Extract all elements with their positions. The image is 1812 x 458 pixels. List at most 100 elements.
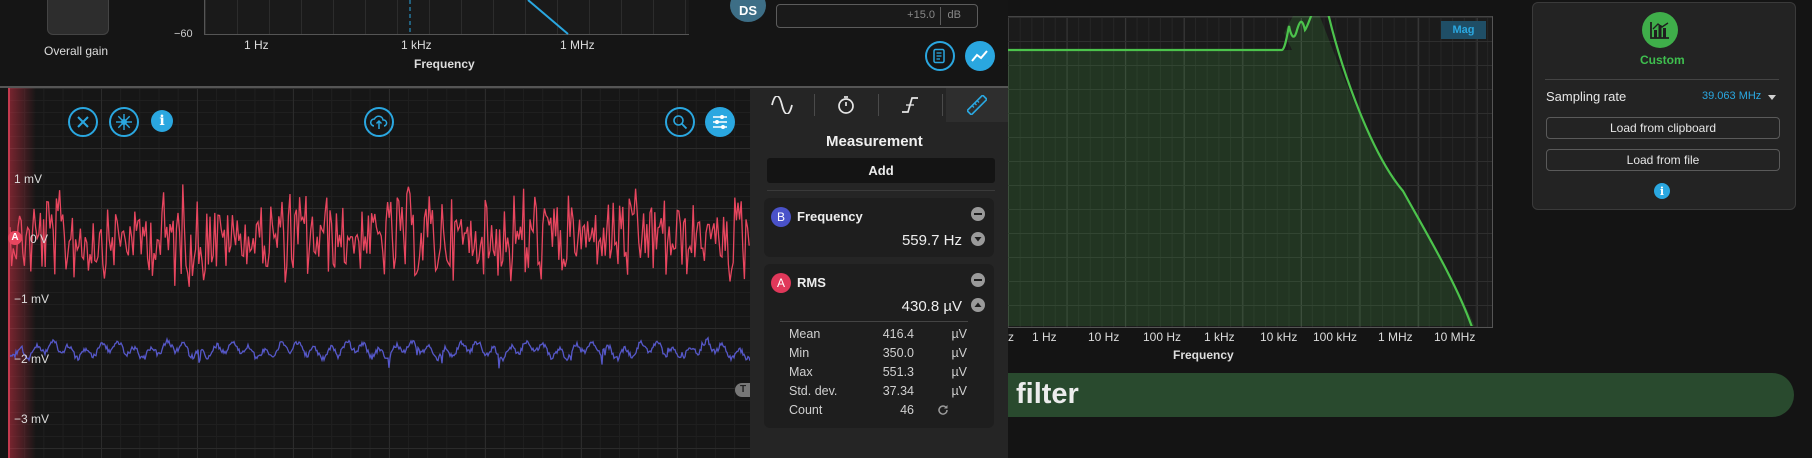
expand-frequency-icon[interactable] (971, 232, 985, 246)
top-x-tick-1khz: 1 kHz (401, 38, 432, 52)
stat-label: Count (789, 403, 823, 417)
mag-badge[interactable]: Mag (1441, 21, 1486, 39)
stat-row-min: Min 350.0 µV (789, 346, 969, 365)
y-tick-neg60: −60 (174, 28, 193, 40)
bode-x-label: Frequency (1173, 348, 1234, 362)
reset-count-icon[interactable] (937, 404, 949, 419)
tab-sine-wave[interactable] (762, 92, 802, 118)
cloud-upload-icon[interactable] (364, 107, 394, 137)
remove-frequency-icon[interactable] (971, 207, 985, 221)
stat-value: 46 (900, 403, 914, 417)
custom-preset-label: Custom (1640, 53, 1685, 67)
trigger-marker[interactable]: T (735, 383, 751, 397)
stat-row-stddev: Std. dev. 37.34 µV (789, 384, 969, 403)
load-from-file-button[interactable]: Load from file (1546, 149, 1780, 171)
bode-x-tick-1mhz: 1 MHz (1378, 330, 1413, 344)
filter-name-banner: filter (1008, 373, 1794, 417)
measurement-title: Measurement (826, 133, 923, 150)
stat-value: 37.34 (882, 384, 914, 398)
tab-divider-2 (878, 94, 879, 116)
info-icon[interactable]: i (151, 110, 173, 132)
ruler-icon (967, 95, 987, 115)
stat-unit: µV (951, 384, 967, 398)
top-x-tick-1mhz: 1 MHz (560, 38, 595, 52)
response-chart-icon[interactable] (965, 41, 995, 71)
side-info-icon[interactable]: i (1654, 183, 1670, 199)
scope-y-tick-neg3mv: −3 mV (14, 412, 50, 426)
stat-value: 551.3 (882, 365, 914, 379)
bode-x-tick-10mhz: 10 MHz (1434, 330, 1476, 344)
channel-a-badge: A (771, 273, 791, 293)
stat-value: 416.4 (882, 327, 914, 341)
bode-x-tick-100hz: 100 Hz (1143, 330, 1182, 344)
channel-a-marker[interactable]: A (8, 231, 22, 245)
scope-traces (9, 184, 750, 369)
bode-magnitude-curve (1008, 16, 1480, 326)
gain-field[interactable]: +15.0 dB (776, 4, 978, 28)
measurement-rms-value: 430.8 µV (901, 298, 962, 315)
filter-rolloff-line (527, 0, 569, 35)
stat-unit: µV (951, 365, 967, 379)
stat-row-mean: Mean 416.4 µV (789, 327, 969, 346)
bode-x-tick-1khz: 1 kHz (1204, 330, 1235, 344)
overall-gain-knob[interactable] (47, 0, 109, 35)
stat-unit: µV (951, 346, 967, 360)
overall-gain-label: Overall gain (44, 44, 109, 58)
tab-edge-trigger[interactable] (890, 92, 930, 118)
bode-curve-fill (1008, 16, 1480, 326)
collapse-rms-icon[interactable] (971, 298, 985, 312)
gain-field-divider (940, 7, 941, 25)
side-separator (1545, 79, 1779, 80)
stat-label: Max (789, 365, 813, 379)
measurement-frequency-name: Frequency (797, 209, 863, 224)
sampling-rate-label: Sampling rate (1546, 89, 1627, 104)
bode-x-tick-10hz: 10 Hz (1088, 330, 1120, 344)
measurement-frequency-value: 559.7 Hz (901, 232, 962, 249)
sampling-rate-value: 39.063 MHz (1702, 90, 1762, 102)
top-filter-curve (409, 0, 569, 35)
bode-x-tick-100khz: 100 kHz (1313, 330, 1358, 344)
stopwatch-icon (838, 96, 854, 114)
sliders-icon[interactable] (705, 107, 735, 137)
scope-y-tick-1mv: 1 mV (14, 172, 43, 186)
stat-value: 350.0 (882, 346, 914, 360)
remove-rms-icon[interactable] (971, 273, 985, 287)
bode-x-tick-10khz: 10 kHz (1260, 330, 1298, 344)
channel-b-trace (9, 336, 750, 369)
custom-preset-icon[interactable] (1642, 12, 1678, 48)
filter-name-text: filter (1016, 378, 1079, 410)
close-icon[interactable] (68, 107, 98, 137)
tab-divider-1 (814, 94, 815, 116)
tab-divider-3 (942, 94, 943, 116)
top-x-label: Frequency (414, 57, 475, 71)
stat-row-count: Count 46 (789, 403, 969, 422)
add-separator (767, 190, 995, 191)
scope-y-tick-neg1mv: −1 mV (14, 292, 50, 306)
stat-row-max: Max 551.3 µV (789, 365, 969, 384)
bode-x-tick-1hz: 1 Hz (1032, 330, 1057, 344)
measurement-rms-name: RMS (797, 275, 826, 290)
channel-a-trace (9, 184, 750, 287)
stat-label: Mean (789, 327, 821, 341)
zoom-icon[interactable] (665, 107, 695, 137)
tab-stopwatch[interactable] (826, 92, 866, 118)
scope-y-tick-0v: 0 V (30, 232, 49, 246)
sampling-rate-select[interactable]: 39.063 MHz (1700, 88, 1780, 106)
notes-icon[interactable] (925, 41, 955, 71)
sine-wave-icon (771, 96, 793, 114)
channel-b-badge: B (771, 207, 791, 227)
add-measurement-button[interactable]: Add (767, 158, 995, 183)
edge-trigger-icon (902, 97, 918, 113)
load-from-clipboard-button[interactable]: Load from clipboard (1546, 117, 1780, 139)
top-x-tick-1hz: 1 Hz (244, 38, 269, 52)
stat-label: Min (789, 346, 810, 360)
stat-label: Std. dev. (789, 384, 838, 398)
measurement-tabs (750, 88, 1008, 122)
rms-stats-separator (780, 321, 968, 322)
scope-y-tick-neg2mv: −2 mV (14, 352, 50, 366)
gain-field-unit: dB (947, 9, 961, 21)
chevron-down-icon (1768, 95, 1776, 100)
starburst-icon[interactable] (109, 107, 139, 137)
gain-field-value: +15.0 (907, 9, 935, 21)
tab-ruler[interactable] (946, 88, 1008, 122)
